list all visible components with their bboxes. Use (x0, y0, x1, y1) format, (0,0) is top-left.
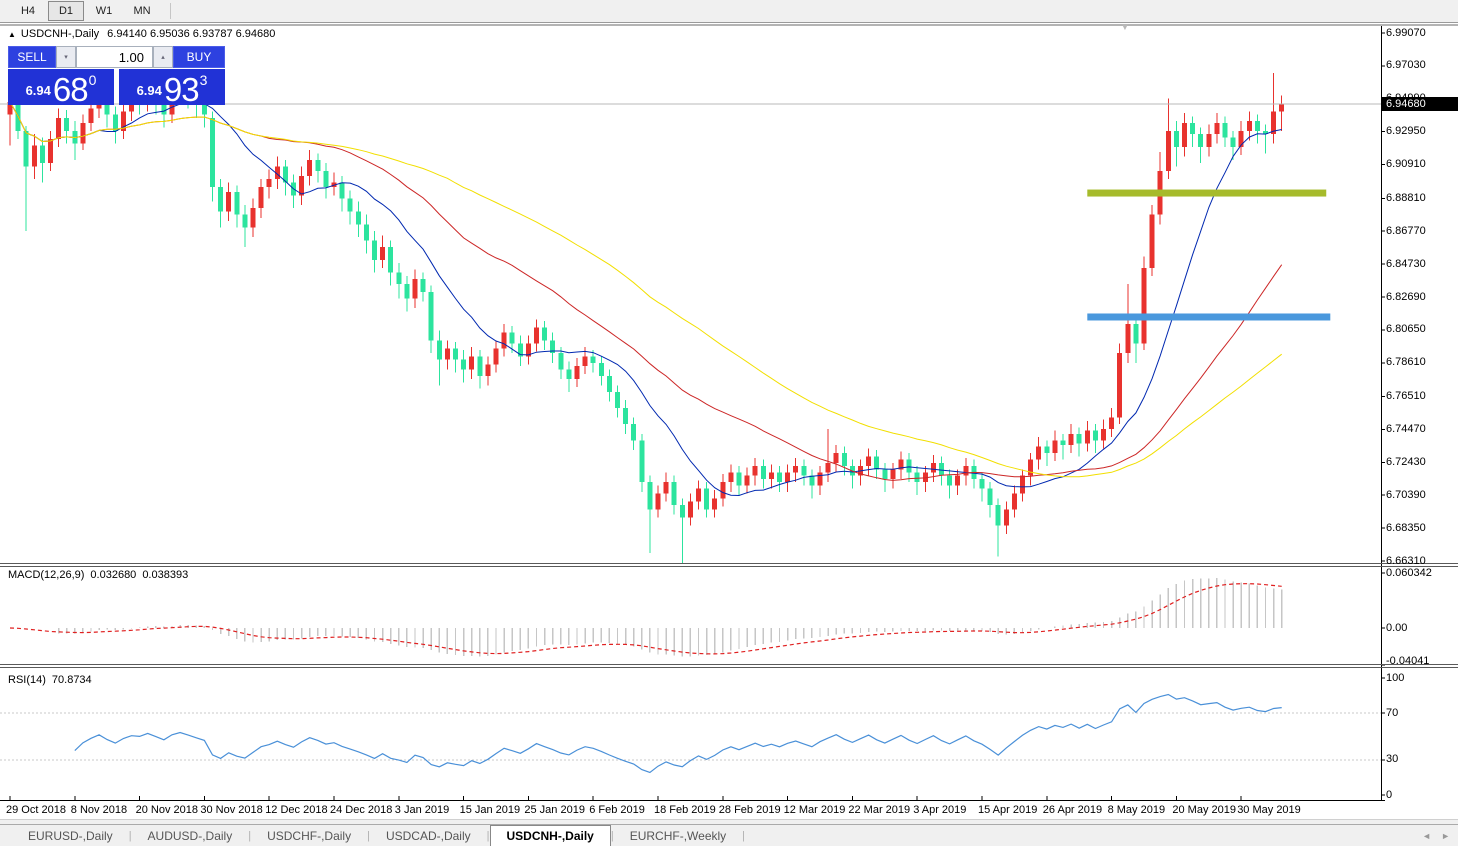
price-axis-label: 6.80650 (1386, 323, 1426, 335)
price-axis-label: 6.84730 (1386, 258, 1426, 270)
rsi-axis-label: 30 (1386, 753, 1398, 765)
date-axis-label: 15 Apr 2019 (978, 804, 1037, 816)
volume-input[interactable]: 1.00 (76, 46, 153, 68)
timeframe-button-MN[interactable]: MN (124, 1, 160, 21)
current-price-tag: 6.94680 (1382, 97, 1458, 111)
date-axis-label: 3 Apr 2019 (913, 804, 966, 816)
chart-title-ohlc: 6.94140 6.95036 6.93787 6.94680 (107, 28, 275, 40)
chart-shift-icon[interactable]: ▼ (1120, 22, 1130, 33)
date-axis-label: 12 Mar 2019 (784, 804, 846, 816)
date-axis-label: 25 Jan 2019 (524, 804, 585, 816)
timeframe-button-D1[interactable]: D1 (48, 1, 84, 21)
date-axis-label: 15 Jan 2019 (460, 804, 521, 816)
date-axis-label: 22 Mar 2019 (848, 804, 910, 816)
rsi-axis-label: 100 (1386, 672, 1404, 684)
macd-axis-label: -0.04041 (1386, 655, 1429, 667)
price-axis-label: 6.74470 (1386, 423, 1426, 435)
volume-increase-button[interactable]: ▴ (153, 46, 173, 68)
chart-tab-bar: EURUSD-,Daily|AUDUSD-,Daily|USDCHF-,Dail… (0, 824, 1458, 846)
chart-tab-EURCHF[interactable]: EURCHF-,Weekly (614, 825, 742, 846)
rsi-name: RSI(14) (8, 674, 46, 686)
chart-tabs: EURUSD-,Daily|AUDUSD-,Daily|USDCHF-,Dail… (12, 825, 745, 846)
toolbar-divider (170, 3, 171, 19)
one-click-trade-panel: SELL ▾ 1.00 ▴ BUY 6.94 68 0 6.94 93 3 (8, 46, 225, 105)
buy-button[interactable]: BUY (173, 46, 225, 68)
timeframe-toolbar: H4D1W1MN (0, 0, 1458, 23)
price-axis-label: 6.90910 (1386, 158, 1426, 170)
buy-price-big: 93 (164, 76, 199, 103)
date-axis-label: 8 May 2019 (1108, 804, 1165, 816)
price-axis-label: 6.97030 (1386, 59, 1426, 71)
date-axis-label: 20 May 2019 (1172, 804, 1236, 816)
macd-main-value: 0.032680 (90, 569, 136, 581)
tab-scroll-right-icon[interactable]: ► (1441, 831, 1450, 841)
rsi-axis-label: 0 (1386, 789, 1392, 801)
chart-title: ▲ USDCNH-,Daily 6.94140 6.95036 6.93787 … (8, 28, 275, 40)
chart-tab-AUDUSD[interactable]: AUDUSD-,Daily (132, 825, 249, 846)
price-axis-label: 6.88810 (1386, 192, 1426, 204)
price-axis-label: 6.86770 (1386, 225, 1426, 237)
date-axis-label: 24 Dec 2018 (330, 804, 392, 816)
buy-price-tile[interactable]: 6.94 93 3 (119, 69, 225, 105)
chart-tab-USDCAD[interactable]: USDCAD-,Daily (370, 825, 487, 846)
price-axis-label: 6.66310 (1386, 555, 1426, 567)
tab-scroll-left-icon[interactable]: ◄ (1422, 831, 1431, 841)
date-axis-label: 12 Dec 2018 (265, 804, 327, 816)
date-axis-label: 18 Feb 2019 (654, 804, 716, 816)
buy-price-sup: 3 (200, 72, 208, 88)
macd-signal-value: 0.038393 (142, 569, 188, 581)
sell-price-big: 68 (53, 76, 88, 103)
date-axis-label: 30 May 2019 (1237, 804, 1301, 816)
volume-decrease-button[interactable]: ▾ (56, 46, 76, 68)
timeframe-buttons: H4D1W1MN (10, 1, 160, 21)
date-axis-label: 20 Nov 2018 (136, 804, 198, 816)
rsi-value: 70.8734 (52, 674, 92, 686)
date-axis-label: 6 Feb 2019 (589, 804, 645, 816)
date-axis-label: 8 Nov 2018 (71, 804, 127, 816)
rsi-axis-label: 70 (1386, 707, 1398, 719)
macd-axis-label: 0.060342 (1386, 567, 1432, 579)
rsi-indicator-label: RSI(14) 70.8734 (8, 674, 98, 686)
sell-button[interactable]: SELL (8, 46, 56, 68)
tab-divider: | (742, 825, 745, 846)
price-axis-label: 6.82690 (1386, 291, 1426, 303)
price-axis-label: 6.99070 (1386, 27, 1426, 39)
timeframe-button-H4[interactable]: H4 (10, 1, 46, 21)
date-axis-label: 26 Apr 2019 (1043, 804, 1102, 816)
date-axis-label: 3 Jan 2019 (395, 804, 449, 816)
chart-tab-USDCNH[interactable]: USDCNH-,Daily (490, 825, 611, 846)
timeframe-button-W1[interactable]: W1 (86, 1, 122, 21)
chart-title-symbol: USDCNH-,Daily (21, 28, 99, 40)
price-axis-label: 6.72430 (1386, 456, 1426, 468)
price-axis-label: 6.70390 (1386, 489, 1426, 501)
tab-scroll-arrows: ◄ ► (1422, 825, 1450, 847)
price-axis-label: 6.92950 (1386, 125, 1426, 137)
price-axis-label: 6.68350 (1386, 522, 1426, 534)
macd-indicator-label: MACD(12,26,9) 0.032680 0.038393 (8, 569, 194, 581)
chart-tab-EURUSD[interactable]: EURUSD-,Daily (12, 825, 129, 846)
date-axis-label: 30 Nov 2018 (200, 804, 262, 816)
price-axis-label: 6.78610 (1386, 356, 1426, 368)
symbol-marker-icon: ▲ (8, 30, 16, 39)
chart-window-top-border (0, 24, 1458, 26)
chart-tab-USDCHF[interactable]: USDCHF-,Daily (251, 825, 367, 846)
price-axis-label: 6.76510 (1386, 390, 1426, 402)
sell-price-sup: 0 (89, 72, 97, 88)
sell-price-small: 6.94 (26, 83, 51, 98)
sell-price-tile[interactable]: 6.94 68 0 (8, 69, 114, 105)
date-axis-label: 28 Feb 2019 (719, 804, 781, 816)
macd-name: MACD(12,26,9) (8, 569, 84, 581)
macd-axis-label: 0.00 (1386, 622, 1407, 634)
date-axis-label: 29 Oct 2018 (6, 804, 66, 816)
buy-price-small: 6.94 (137, 83, 162, 98)
